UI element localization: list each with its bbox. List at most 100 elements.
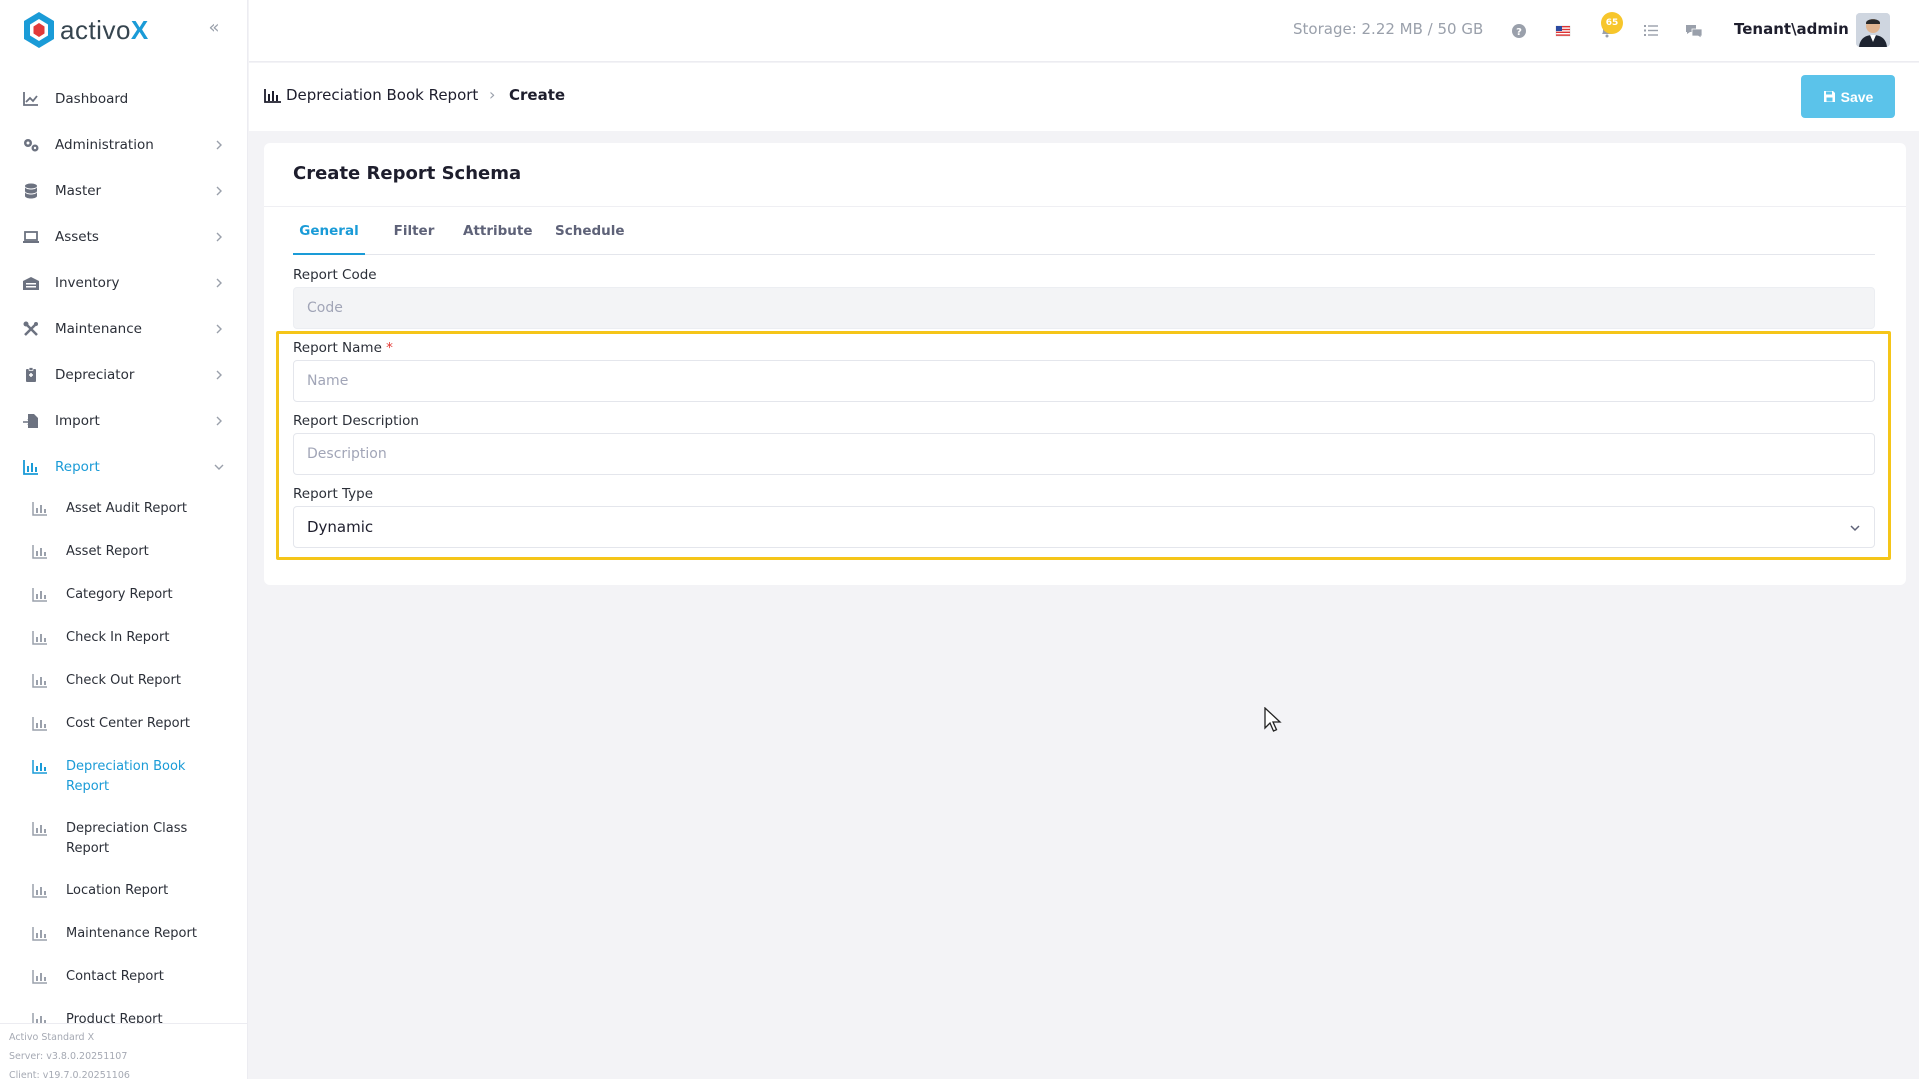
sidebar-item-dashboard[interactable]: Dashboard xyxy=(0,76,247,122)
breadcrumb-current: Create xyxy=(509,86,566,104)
user-photo-icon xyxy=(1856,13,1890,47)
report-name-label: Report Name * xyxy=(293,340,393,356)
report-code-label: Report Code xyxy=(293,267,377,283)
sidebar-subitem-label: Cost Center Report xyxy=(66,716,191,731)
report-code-input[interactable] xyxy=(293,287,1875,329)
breadcrumb-separator-icon: › xyxy=(489,85,496,104)
sidebar-subitem-label: Contact Report xyxy=(66,969,164,984)
bar-chart-icon xyxy=(32,927,47,941)
floppy-disk-icon xyxy=(1823,91,1835,102)
report-description-label: Report Description xyxy=(293,413,419,429)
user-name[interactable]: Tenant\admin xyxy=(1734,20,1849,38)
sidebar-item-label: Assets xyxy=(55,229,99,245)
task-list-icon[interactable] xyxy=(1641,20,1661,40)
clipboard-icon xyxy=(26,367,36,382)
chevron-right-icon xyxy=(216,416,222,426)
sidebar-subitem-label: Depreciation Class Report xyxy=(66,821,188,856)
sidebar-subitem-location-report[interactable]: Location Report xyxy=(0,872,247,915)
warehouse-icon xyxy=(23,277,39,290)
sidebar-item-label: Inventory xyxy=(55,275,120,291)
sidebar-subitem-cost-center-report[interactable]: Cost Center Report xyxy=(0,705,247,748)
bar-chart-icon xyxy=(32,631,47,645)
avatar[interactable] xyxy=(1856,13,1890,47)
sidebar-item-depreciator[interactable]: Depreciator xyxy=(0,352,247,398)
us-flag-icon[interactable] xyxy=(1553,20,1573,40)
sidebar-subitem-label: Check In Report xyxy=(66,630,170,645)
report-name-input[interactable] xyxy=(293,360,1875,402)
tab-filter[interactable]: Filter xyxy=(393,221,435,255)
sidebar-subitem-label: Category Report xyxy=(66,587,173,602)
chevron-down-icon xyxy=(214,464,224,470)
sidebar-subitem-maintenance-report[interactable]: Maintenance Report xyxy=(0,915,247,958)
sidebar-item-label: Maintenance xyxy=(55,321,142,337)
sidebar-item-label: Master xyxy=(55,183,102,199)
sidebar-subitem-check-in-report[interactable]: Check In Report xyxy=(0,619,247,662)
sidebar-subitem-category-report[interactable]: Category Report xyxy=(0,576,247,619)
create-report-card: Create Report Schema General Filter Attr… xyxy=(264,143,1906,585)
chevron-down-icon xyxy=(1850,525,1860,532)
sidebar-subitem-label: Asset Report xyxy=(66,544,149,559)
bar-chart-icon xyxy=(32,588,47,602)
sidebar-item-label: Import xyxy=(55,413,100,429)
sidebar-subitem-label: Depreciation Book Report xyxy=(66,759,186,794)
card-header: Create Report Schema xyxy=(264,143,1906,207)
sidebar-subitem-asset-audit-report[interactable]: Asset Audit Report xyxy=(0,490,247,533)
sidebar-subitem-label: Check Out Report xyxy=(66,673,181,688)
sidebar-item-label: Administration xyxy=(55,137,154,153)
bar-chart-icon xyxy=(32,717,47,731)
tab-general[interactable]: General xyxy=(293,221,365,255)
help-icon[interactable]: ? xyxy=(1509,20,1529,40)
topbar: Storage: 2.22 MB / 50 GB ? 65 Tenant\adm… xyxy=(249,0,1919,62)
mouse-cursor-icon xyxy=(1264,707,1282,732)
save-button[interactable]: Save xyxy=(1801,75,1895,118)
sidebar-subitem-check-out-report[interactable]: Check Out Report xyxy=(0,662,247,705)
report-type-select[interactable]: Dynamic xyxy=(293,506,1875,548)
chevron-right-icon xyxy=(216,278,222,288)
sidebar-subitem-label: Location Report xyxy=(66,883,169,898)
bar-chart-icon xyxy=(32,822,47,836)
version-info: Activo Standard X Server: v3.8.0.2025110… xyxy=(0,1023,247,1079)
sidebar-subitem-asset-report[interactable]: Asset Report xyxy=(0,533,247,576)
sidebar-subitem-contact-report[interactable]: Contact Report xyxy=(0,958,247,1001)
tab-schedule[interactable]: Schedule xyxy=(555,221,625,255)
sidebar-item-assets[interactable]: Assets xyxy=(0,214,247,260)
bar-chart-icon xyxy=(32,545,47,559)
sidebar-menu: Dashboard Administration Master Assets I… xyxy=(0,76,247,1044)
collapse-sidebar-icon[interactable]: « xyxy=(204,18,224,38)
card-title: Create Report Schema xyxy=(293,163,522,184)
page-header: Depreciation Book Report › Create Save xyxy=(249,63,1919,131)
storage-usage: Storage: 2.22 MB / 50 GB xyxy=(1293,20,1484,38)
sidebar-item-administration[interactable]: Administration xyxy=(0,122,247,168)
product-name: Activo Standard X xyxy=(9,1032,95,1043)
bar-chart-icon xyxy=(23,460,38,475)
breadcrumb-parent[interactable]: Depreciation Book Report xyxy=(286,86,478,104)
chart-line-icon xyxy=(23,92,38,106)
required-marker: * xyxy=(386,340,393,356)
chevron-right-icon xyxy=(216,370,222,380)
logo-text: activoX xyxy=(60,14,149,45)
chevron-right-icon xyxy=(216,232,222,242)
sidebar-subitem-depreciation-class-report[interactable]: Depreciation Class Report xyxy=(0,810,247,872)
tab-attribute[interactable]: Attribute xyxy=(463,221,533,255)
logo-hexagon-icon xyxy=(24,12,54,48)
report-description-input[interactable] xyxy=(293,433,1875,475)
tools-icon xyxy=(23,321,38,336)
sidebar-item-label: Report xyxy=(55,459,100,475)
sidebar-item-maintenance[interactable]: Maintenance xyxy=(0,306,247,352)
sidebar-subitem-label: Maintenance Report xyxy=(66,926,197,941)
logo[interactable]: activoX « xyxy=(0,0,247,60)
chevron-right-icon xyxy=(216,324,222,334)
sidebar-subitem-depreciation-book-report[interactable]: Depreciation Book Report xyxy=(0,748,247,810)
file-import-icon xyxy=(23,414,38,428)
report-submenu: Asset Audit Report Asset Report Category… xyxy=(0,490,247,1044)
report-type-label: Report Type xyxy=(293,486,374,502)
server-version: Server: v3.8.0.20251107 xyxy=(9,1051,128,1062)
sidebar-item-master[interactable]: Master xyxy=(0,168,247,214)
svg-text:?: ? xyxy=(1516,27,1522,38)
sidebar-item-label: Dashboard xyxy=(55,91,129,107)
sidebar-item-import[interactable]: Import xyxy=(0,398,247,444)
chat-icon[interactable] xyxy=(1684,20,1704,40)
notification-badge: 65 xyxy=(1601,12,1623,34)
sidebar-item-report[interactable]: Report xyxy=(0,444,247,490)
sidebar-item-inventory[interactable]: Inventory xyxy=(0,260,247,306)
